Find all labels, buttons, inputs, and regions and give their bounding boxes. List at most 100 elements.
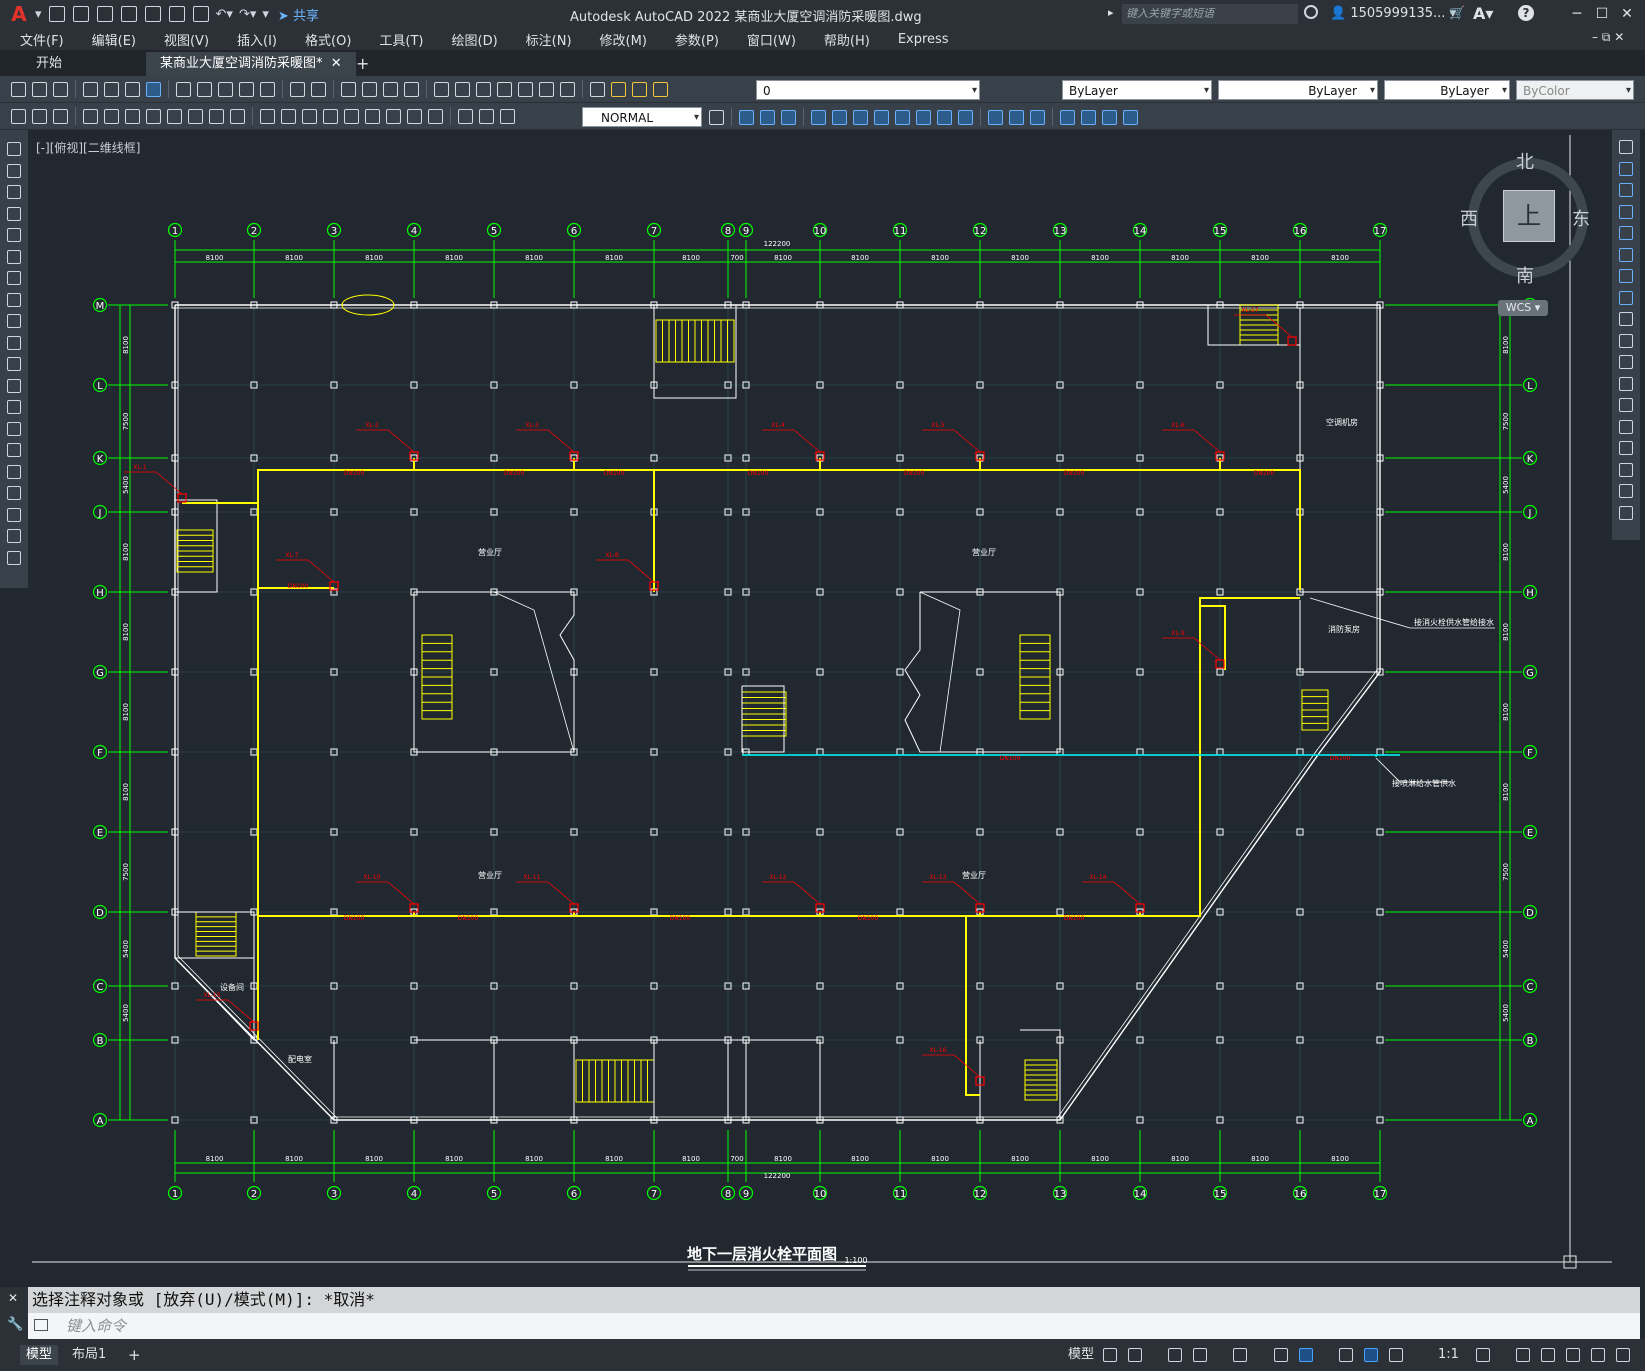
annotation-scale-button[interactable]: 1:1 (1432, 1345, 1465, 1365)
help-icon[interactable] (560, 81, 575, 97)
fillet-icon[interactable] (1619, 462, 1633, 477)
search-icon[interactable] (1304, 5, 1318, 19)
scale-icon[interactable] (1619, 290, 1633, 305)
dim-break-icon[interactable] (344, 108, 359, 124)
trim-icon[interactable] (1619, 333, 1633, 348)
point-icon[interactable] (7, 421, 21, 436)
command-input[interactable]: 键入命令 (28, 1313, 1640, 1339)
menu-express[interactable]: Express (898, 32, 949, 47)
qnew-icon[interactable] (11, 81, 26, 97)
auto-scale-icon[interactable] (1389, 1348, 1403, 1362)
grid-icon[interactable] (1103, 1348, 1117, 1362)
polygon-icon[interactable] (7, 206, 21, 221)
clean-icon[interactable] (1009, 109, 1024, 125)
viewcube-west[interactable]: 西 (1460, 205, 1478, 231)
center-mark-icon[interactable] (386, 108, 401, 124)
viewcube-top-face[interactable]: 上 (1503, 190, 1555, 242)
construction-line-icon[interactable] (7, 163, 21, 178)
design-center-icon[interactable] (455, 81, 470, 97)
annotation-visibility-icon[interactable] (1364, 1348, 1378, 1362)
dim-jogged-icon[interactable] (188, 108, 203, 124)
share-button[interactable]: ➤ 共享 (278, 5, 319, 24)
inspection-icon[interactable] (407, 108, 422, 124)
explode-icon[interactable] (1619, 505, 1633, 520)
annotation-monitor-icon[interactable] (1516, 1348, 1530, 1362)
cut-icon[interactable] (176, 81, 191, 97)
dim-linear-icon[interactable] (83, 108, 98, 124)
polyline-icon[interactable] (7, 185, 21, 199)
zoom-realtime-icon[interactable] (362, 81, 377, 97)
save-to-web-icon[interactable] (168, 6, 185, 22)
layer-properties-icon[interactable] (590, 81, 605, 97)
join-icon[interactable] (1619, 419, 1633, 434)
delete-faces-icon[interactable] (874, 109, 889, 125)
undo-icon[interactable] (290, 81, 305, 97)
viewcube-south[interactable]: 南 (1516, 262, 1534, 288)
arc-icon[interactable] (7, 249, 21, 264)
gradient-icon[interactable] (7, 464, 21, 479)
drawing-canvas[interactable]: 1 8100 2 8100 3 8100 4 8100 5 8100 6 8100 7 8100 8 700 9… (32, 128, 1612, 1276)
maximize-button[interactable]: ☐ (1591, 4, 1613, 24)
web-icon[interactable] (146, 81, 161, 97)
tab-start[interactable]: 开始 (22, 52, 76, 76)
close-tab-icon[interactable]: ✕ (331, 56, 342, 71)
zoom-previous-icon[interactable] (404, 81, 419, 97)
block-editor-icon[interactable] (260, 81, 275, 97)
layer-on-icon[interactable] (611, 81, 626, 97)
dim-text-edit-icon[interactable] (479, 108, 494, 124)
taper-faces-icon[interactable] (916, 109, 931, 125)
dim-edit-icon[interactable] (458, 108, 473, 124)
lineweight-icon[interactable] (1339, 1348, 1353, 1362)
break-icon[interactable] (1619, 398, 1633, 412)
save-icon[interactable] (96, 6, 113, 22)
menu-help[interactable]: 帮助(H) (824, 30, 870, 49)
object-snap-icon[interactable] (1299, 1348, 1313, 1362)
layout-tab-1[interactable]: 布局1 (66, 1345, 112, 1365)
extrude-faces-icon[interactable] (811, 109, 826, 125)
color-faces-icon[interactable] (958, 109, 973, 125)
dim-arc-icon[interactable] (125, 108, 140, 124)
properties-icon[interactable] (434, 81, 449, 97)
move-faces-icon[interactable] (832, 109, 847, 125)
move-icon[interactable] (1619, 247, 1633, 262)
check-icon[interactable] (1081, 109, 1096, 125)
dim-diameter-icon[interactable] (209, 108, 224, 124)
mirror-icon[interactable] (1619, 183, 1633, 197)
dim-continue-icon[interactable] (302, 108, 317, 124)
rotate-icon[interactable] (1619, 269, 1633, 283)
dim-update-icon[interactable] (500, 108, 515, 124)
customization-menu-icon[interactable] (1616, 1348, 1630, 1362)
open-file-icon[interactable] (72, 6, 89, 22)
layer-lock-icon[interactable] (653, 81, 668, 97)
layer-state-icon[interactable] (32, 108, 47, 124)
ellipse-arc-icon[interactable] (7, 357, 21, 371)
circle-icon[interactable] (7, 271, 21, 285)
linetype-dropdown[interactable]: ByLayer ▾ (1218, 80, 1378, 100)
publish-icon[interactable] (125, 81, 140, 97)
plot-icon[interactable] (192, 6, 209, 22)
copy-object-icon[interactable] (1619, 161, 1633, 176)
erase-icon[interactable] (1619, 140, 1633, 154)
menu-window[interactable]: 窗口(W) (747, 30, 796, 49)
doc-window-controls[interactable]: – ⧉ ✕ (1592, 30, 1624, 45)
save-icon[interactable] (53, 81, 68, 97)
extend-icon[interactable] (1619, 355, 1633, 369)
zoom-window-icon[interactable] (383, 81, 398, 97)
menu-view[interactable]: 视图(V) (164, 30, 209, 49)
open-from-web-icon[interactable] (144, 6, 161, 22)
layer-make-current-icon[interactable] (53, 108, 68, 124)
solid-subtract-icon[interactable] (760, 109, 775, 125)
polar-icon[interactable] (1193, 1348, 1207, 1362)
menu-insert[interactable]: 插入(I) (237, 30, 277, 49)
open-icon[interactable] (32, 81, 47, 97)
table-icon[interactable] (7, 507, 21, 522)
copy-icon[interactable] (197, 81, 212, 97)
lineweight-dropdown[interactable]: ByLayer ▾ (1384, 80, 1510, 100)
autocad-logo-icon[interactable]: A (6, 3, 32, 25)
new-file-icon[interactable] (48, 6, 65, 22)
solid-intersect-icon[interactable] (781, 109, 796, 125)
isolate-objects-icon[interactable] (1566, 1348, 1580, 1362)
line-icon[interactable] (7, 142, 21, 156)
region-icon[interactable] (7, 486, 21, 500)
dimstyle-dropdown[interactable]: NORMAL ▾ (582, 107, 702, 127)
